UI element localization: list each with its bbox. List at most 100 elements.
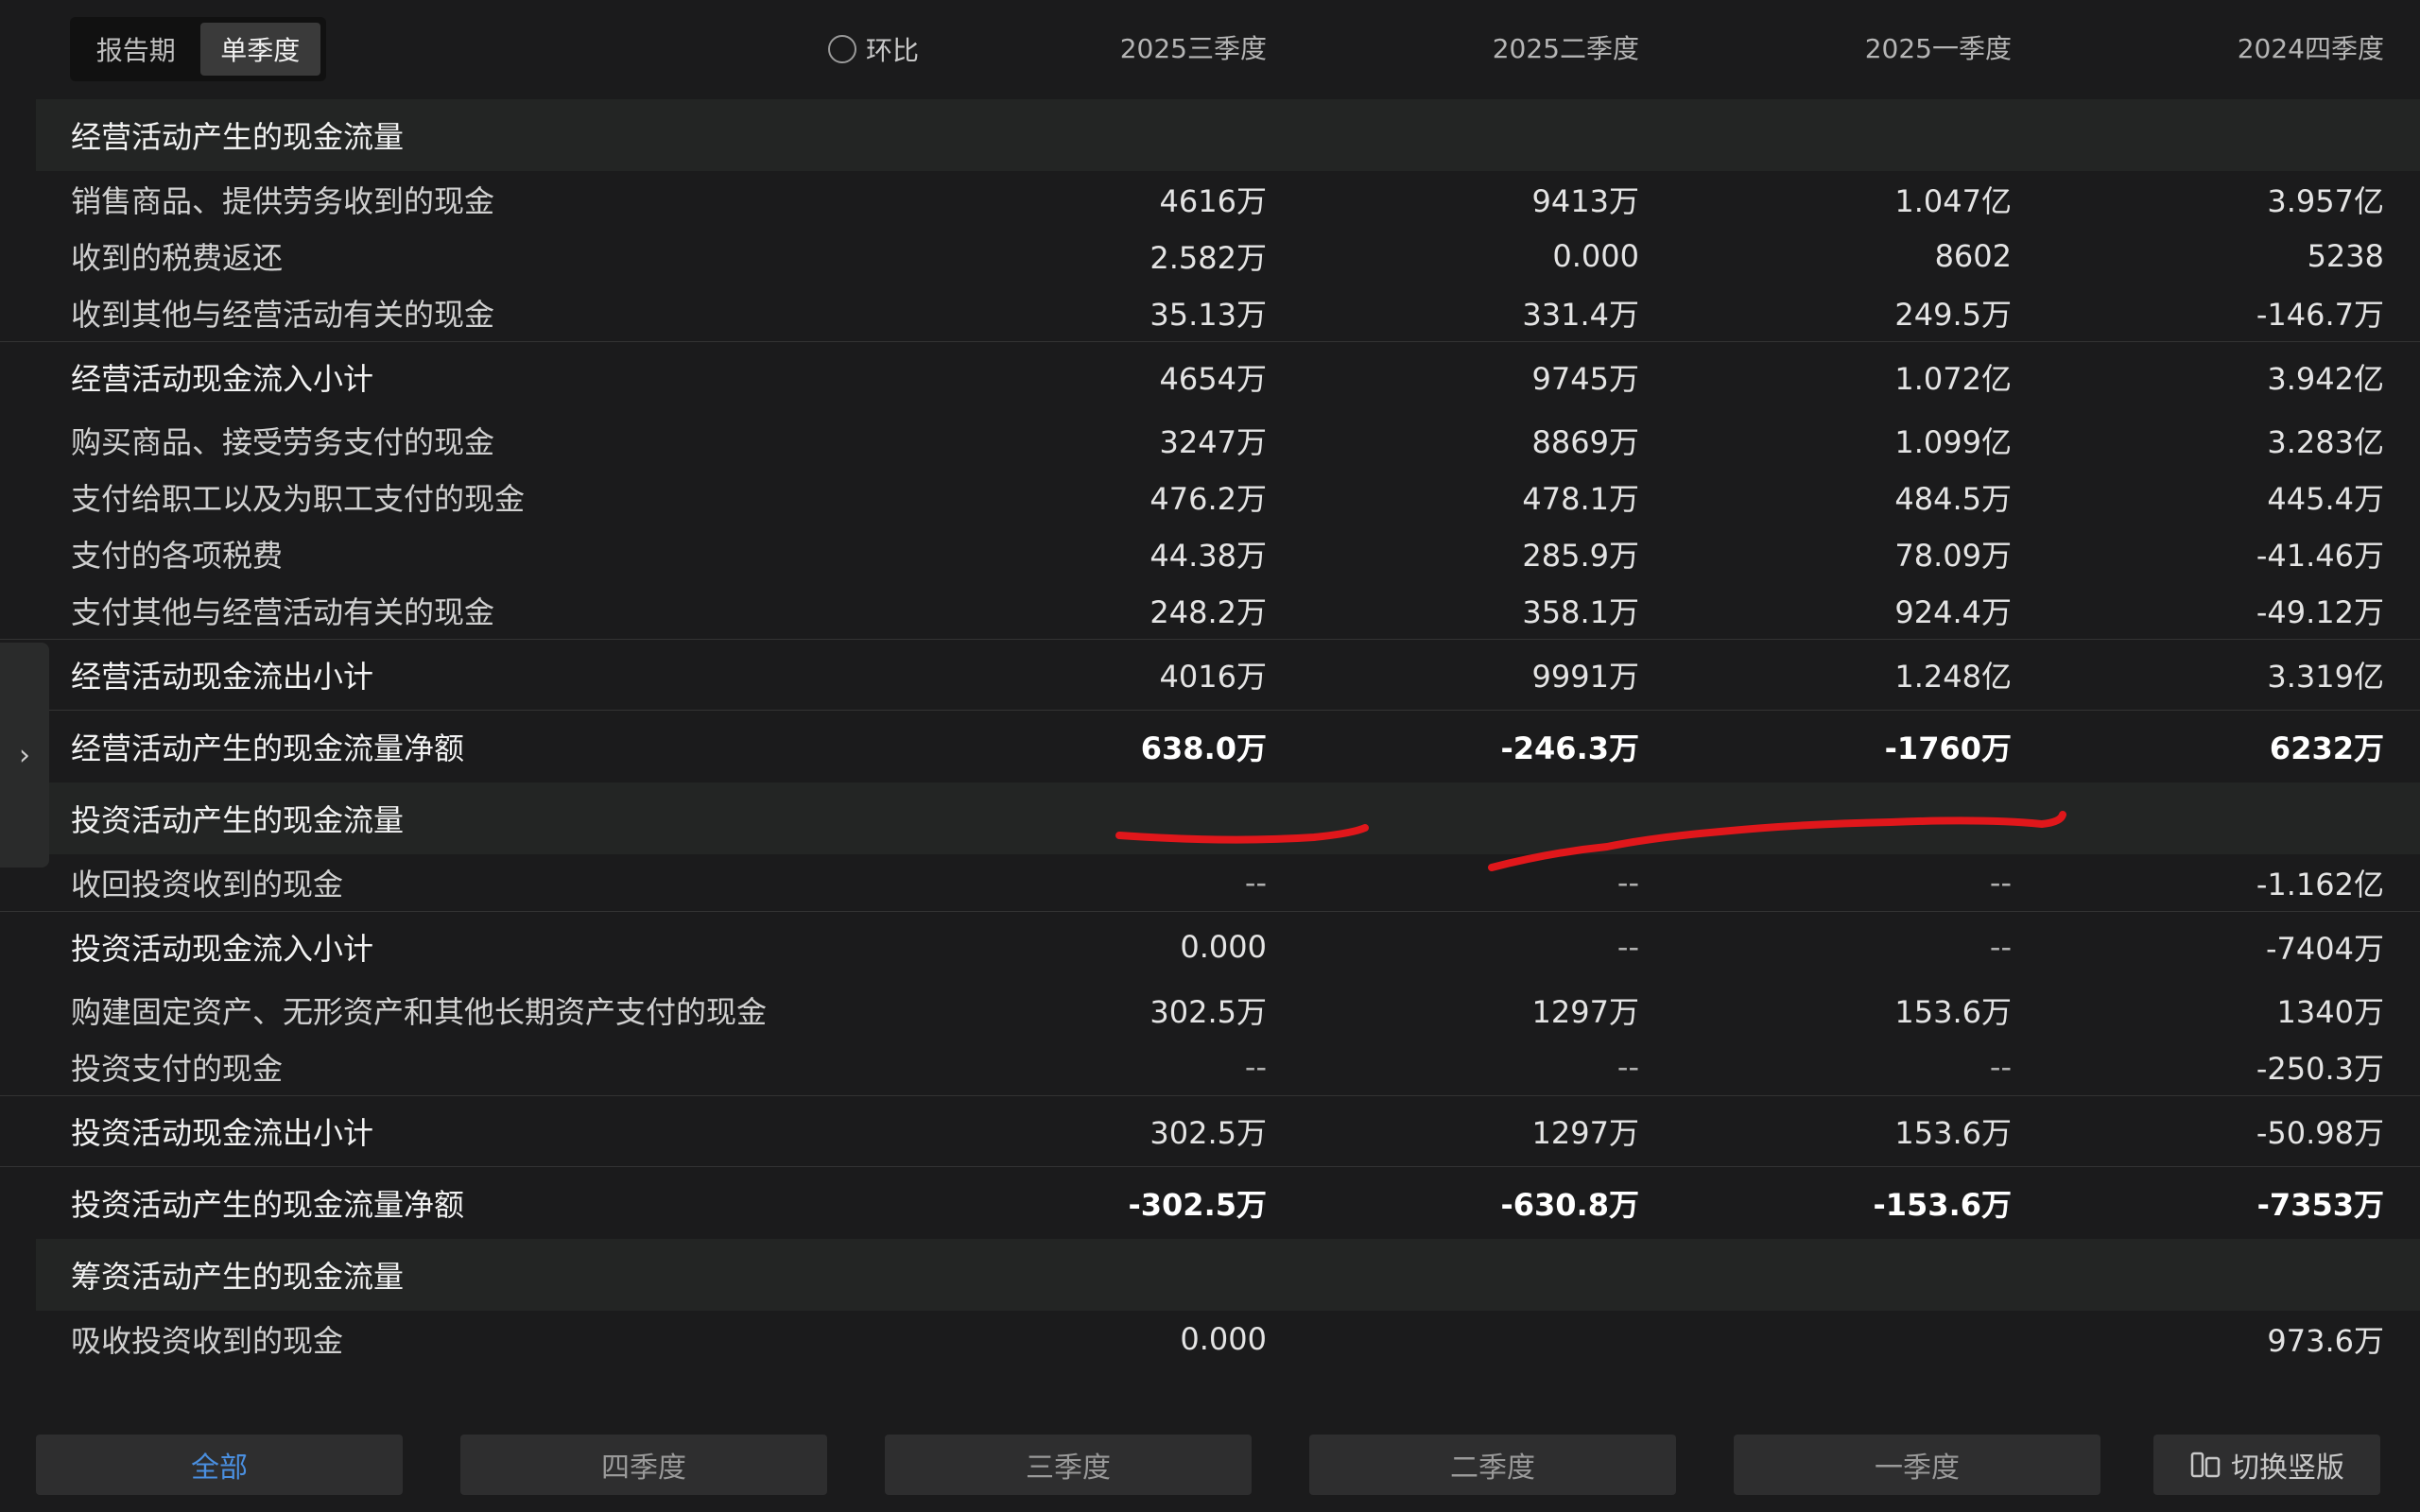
value-cell: 1.248亿 xyxy=(1894,659,2012,695)
table-row[interactable]: 收到的税费返还 2.582万 0.000 8602 5238 xyxy=(0,228,2420,284)
value-cell: 5238 xyxy=(2307,238,2384,274)
switch-portrait-label: 切换竖版 xyxy=(2231,1452,2344,1485)
table-row[interactable]: 收回投资收到的现金 -- -- -- -1.162亿 xyxy=(0,854,2420,911)
value-cell: 484.5万 xyxy=(1894,481,2012,517)
value-cell: -- xyxy=(1989,865,2012,901)
value-cell: -1760万 xyxy=(1884,730,2012,766)
radio-icon[interactable] xyxy=(828,35,856,63)
table-row[interactable]: 收到其他与经营活动有关的现金 35.13万 331.4万 249.5万 -146.7万 xyxy=(0,284,2420,341)
table-row[interactable]: 支付给职工以及为职工支付的现金 476.2万 478.1万 484.5万 445.4万 xyxy=(0,469,2420,525)
value-cell: 9991万 xyxy=(1531,659,1639,695)
value-cell: 476.2万 xyxy=(1150,481,1267,517)
value-cell: 0.000 xyxy=(1552,238,1639,274)
value-cell: 638.0万 xyxy=(1140,730,1267,766)
value-cell: 3.942亿 xyxy=(2267,361,2384,397)
value-cell: -7404万 xyxy=(2266,931,2384,967)
value-cell: -153.6万 xyxy=(1873,1187,2012,1223)
section-header-row[interactable]: 投资活动产生的现金流量 xyxy=(36,782,2420,854)
value-cell: 249.5万 xyxy=(1894,297,2012,333)
value-cell: -146.7万 xyxy=(2256,297,2384,333)
row-label: 收到的税费返还 xyxy=(71,240,284,276)
value-cell: -7353万 xyxy=(2256,1187,2384,1223)
compare-toggle[interactable]: 环比 xyxy=(828,28,919,70)
column-header-q3-2025: 2025三季度 xyxy=(1119,33,1267,64)
column-header-q4-2024: 2024四季度 xyxy=(2237,33,2384,64)
row-label: 投资活动产生的现金流量净额 xyxy=(71,1187,465,1223)
value-cell: 445.4万 xyxy=(2267,481,2384,517)
row-label: 经营活动现金流出小计 xyxy=(71,659,374,695)
net-row[interactable]: 经营活动产生的现金流量净额 638.0万 -246.3万 -1760万 6232万 xyxy=(0,710,2420,782)
value-cell: 44.38万 xyxy=(1150,538,1267,574)
value-cell: 4616万 xyxy=(1159,183,1267,219)
cash-flow-screen: 报告期 单季度 环比 2025三季度 2025二季度 2025一季度 2024四… xyxy=(0,0,2420,1512)
row-label: 销售商品、提供劳务收到的现金 xyxy=(71,183,495,219)
row-label: 收回投资收到的现金 xyxy=(71,867,344,902)
compare-label: 环比 xyxy=(866,35,920,66)
value-cell: 3.957亿 xyxy=(2267,183,2384,219)
value-cell: -41.46万 xyxy=(2256,538,2384,574)
value-cell: 1.072亿 xyxy=(1894,361,2012,397)
value-cell: 9413万 xyxy=(1531,183,1639,219)
period-option-report[interactable]: 报告期 xyxy=(76,23,197,76)
subtotal-row[interactable]: 经营活动现金流入小计 4654万 9745万 1.072亿 3.942亿 xyxy=(0,341,2420,412)
value-cell: -- xyxy=(1616,1049,1639,1085)
value-cell: -- xyxy=(1616,865,1639,901)
value-cell: 3247万 xyxy=(1159,424,1267,460)
value-cell: 9745万 xyxy=(1531,361,1639,397)
value-cell: 2.582万 xyxy=(1150,240,1267,276)
value-cell: 285.9万 xyxy=(1522,538,1639,574)
cash-flow-table[interactable]: 经营活动产生的现金流量销售商品、提供劳务收到的现金 4616万 9413万 1.047… xyxy=(0,99,2420,1418)
value-cell: -- xyxy=(1989,1049,2012,1085)
value-cell: 6232万 xyxy=(2269,730,2384,766)
table-row[interactable]: 投资支付的现金 -- -- -- -250.3万 xyxy=(0,1039,2420,1095)
value-cell: -- xyxy=(1244,1049,1267,1085)
value-cell: 924.4万 xyxy=(1894,594,2012,630)
value-cell: 0.000 xyxy=(1180,929,1267,965)
value-cell: -49.12万 xyxy=(2256,594,2384,630)
value-cell: -302.5万 xyxy=(1128,1187,1267,1223)
value-cell: 1.047亿 xyxy=(1894,183,2012,219)
row-label: 吸收投资收到的现金 xyxy=(71,1323,344,1359)
row-label: 投资活动现金流出小计 xyxy=(71,1115,374,1151)
rotate-layout-icon xyxy=(2190,1452,2221,1478)
value-cell: 302.5万 xyxy=(1150,994,1267,1030)
switch-portrait-button[interactable]: 切换竖版 xyxy=(2153,1435,2380,1495)
tab-q2[interactable]: 二季度 xyxy=(1309,1435,1676,1495)
tab-q4[interactable]: 四季度 xyxy=(460,1435,827,1495)
row-label: 支付给职工以及为职工支付的现金 xyxy=(71,481,526,517)
tab-q3[interactable]: 三季度 xyxy=(885,1435,1252,1495)
row-label: 投资活动现金流入小计 xyxy=(71,931,374,967)
table-row[interactable]: 购买商品、接受劳务支付的现金 3247万 8869万 1.099亿 3.283亿 xyxy=(0,412,2420,469)
tab-q1[interactable]: 一季度 xyxy=(1734,1435,2100,1495)
table-row[interactable]: 销售商品、提供劳务收到的现金 4616万 9413万 1.047亿 3.957亿 xyxy=(0,171,2420,228)
value-cell: 3.319亿 xyxy=(2267,659,2384,695)
chevron-right-icon: › xyxy=(19,738,30,772)
net-row[interactable]: 投资活动产生的现金流量净额 -302.5万 -630.8万 -153.6万 -7353万 xyxy=(0,1166,2420,1239)
table-row[interactable]: 支付其他与经营活动有关的现金 248.2万 358.1万 924.4万 -49.12万 xyxy=(0,582,2420,639)
table-row[interactable]: 购建固定资产、无形资产和其他长期资产支付的现金 302.5万 1297万 153.6万… xyxy=(0,982,2420,1039)
subtotal-row[interactable]: 投资活动现金流出小计 302.5万 1297万 153.6万 -50.98万 xyxy=(0,1095,2420,1166)
value-cell: 78.09万 xyxy=(1894,538,2012,574)
value-cell: 3.283亿 xyxy=(2267,424,2384,460)
value-cell: -1.162亿 xyxy=(2256,867,2384,902)
value-cell: 358.1万 xyxy=(1522,594,1639,630)
section-header-row[interactable]: 经营活动产生的现金流量 xyxy=(36,99,2420,171)
period-toggle: 报告期 单季度 xyxy=(70,17,326,81)
row-label: 支付的各项税费 xyxy=(71,538,284,574)
subtotal-row[interactable]: 投资活动现金流入小计 0.000 -- -- -7404万 xyxy=(0,911,2420,982)
tab-all[interactable]: 全部 xyxy=(36,1435,403,1495)
row-label: 投资支付的现金 xyxy=(71,1051,284,1087)
row-label: 收到其他与经营活动有关的现金 xyxy=(71,297,495,333)
value-cell: 1340万 xyxy=(2276,994,2384,1030)
section-header-row[interactable]: 筹资活动产生的现金流量 xyxy=(36,1239,2420,1311)
value-cell: 8869万 xyxy=(1531,424,1639,460)
subtotal-row[interactable]: 经营活动现金流出小计 4016万 9991万 1.248亿 3.319亿 xyxy=(0,639,2420,710)
value-cell: -246.3万 xyxy=(1500,730,1639,766)
side-expand-tab[interactable]: › xyxy=(0,643,49,868)
table-row[interactable]: 吸收投资收到的现金 0.000 973.6万 xyxy=(0,1311,2420,1367)
value-cell: 1297万 xyxy=(1531,994,1639,1030)
value-cell: -250.3万 xyxy=(2256,1051,2384,1087)
row-label: 支付其他与经营活动有关的现金 xyxy=(71,594,495,630)
table-row[interactable]: 支付的各项税费 44.38万 285.9万 78.09万 -41.46万 xyxy=(0,525,2420,582)
period-option-quarter[interactable]: 单季度 xyxy=(199,23,320,76)
